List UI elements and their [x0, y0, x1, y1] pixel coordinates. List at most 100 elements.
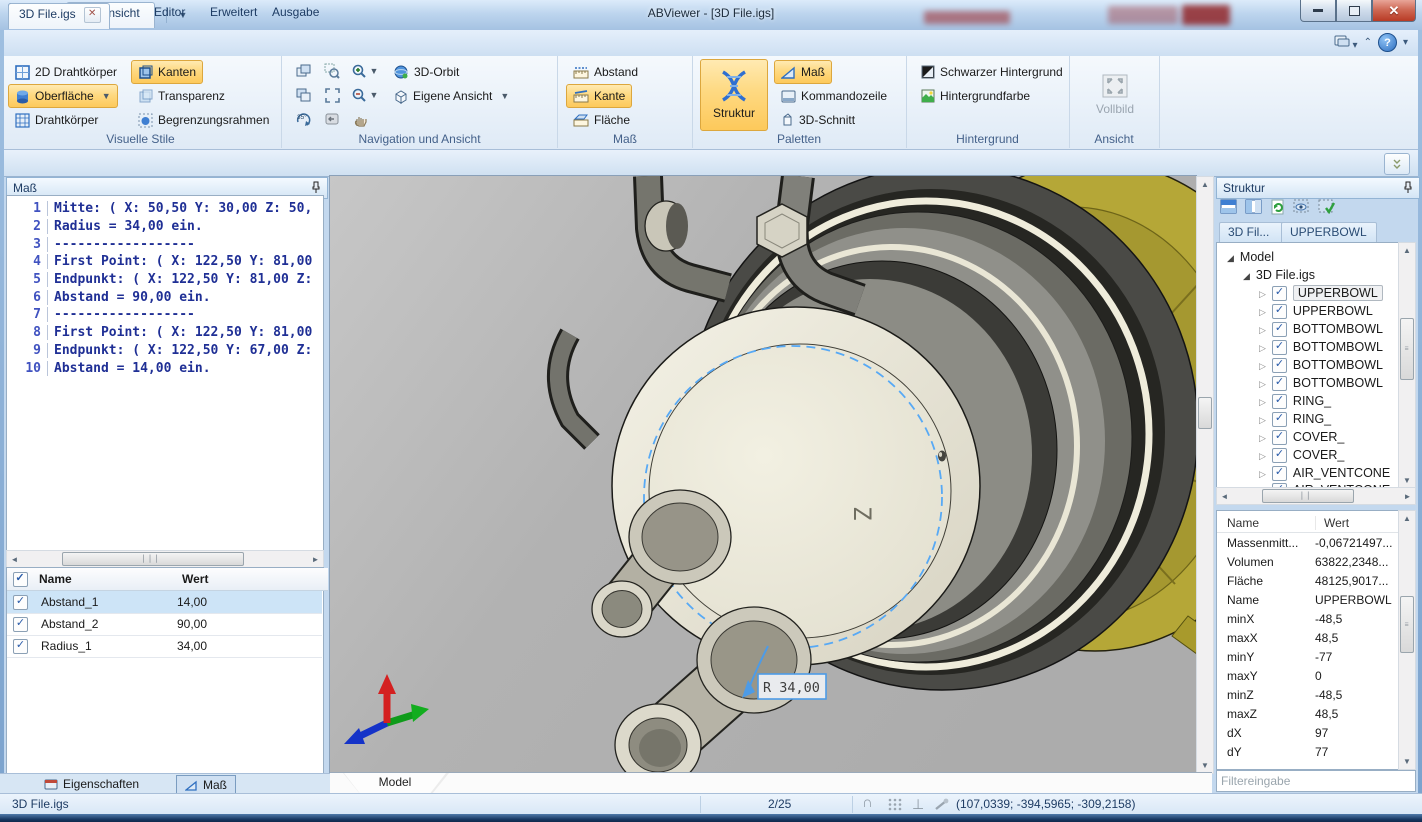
zoom-window-icon[interactable]: [320, 60, 344, 82]
scroll-left-icon[interactable]: ◄: [7, 551, 22, 567]
tab-eigenschaften[interactable]: Eigenschaften: [36, 775, 147, 793]
tree-node-part[interactable]: AIR_VENTCONE: [1259, 464, 1390, 482]
expander-closed-icon[interactable]: [1259, 430, 1266, 444]
help-button[interactable]: ?: [1378, 33, 1397, 52]
checkbox-checked-icon[interactable]: [13, 639, 28, 654]
column-header-wert[interactable]: Wert: [176, 568, 328, 591]
log-horizontal-scrollbar[interactable]: ◄ ▏▏▏ ►: [6, 550, 324, 568]
grid-toggle-icon[interactable]: [888, 798, 902, 814]
props-row[interactable]: Fläche48125,9017...: [1217, 571, 1399, 590]
scrollbar-thumb[interactable]: ≡: [1400, 318, 1414, 380]
viewport-vertical-scrollbar[interactable]: ▲ ▼: [1196, 176, 1214, 774]
ribbon-collapse-button[interactable]: ⌃: [1364, 37, 1372, 48]
scrollbar-thumb[interactable]: ▏▏: [1262, 489, 1354, 503]
scroll-down-icon[interactable]: ▼: [1197, 758, 1213, 773]
tree-node-part[interactable]: BOTTOMBOWL: [1259, 356, 1383, 374]
checkbox-checked-icon[interactable]: [1272, 304, 1287, 319]
checkbox-checked-icon[interactable]: [1272, 430, 1287, 445]
button-vollbild[interactable]: Vollbild: [1082, 59, 1148, 131]
scroll-right-icon[interactable]: ►: [1400, 488, 1415, 504]
button-kommandozeile[interactable]: Kommandozeile: [774, 84, 894, 108]
scroll-down-icon[interactable]: ▼: [1399, 754, 1415, 769]
expander-closed-icon[interactable]: [1259, 448, 1266, 462]
props-row[interactable]: minZ-48,5: [1217, 685, 1399, 704]
select-check-icon[interactable]: [1318, 199, 1336, 217]
close-document-icon[interactable]: ✕: [84, 7, 101, 23]
zoom-out-button[interactable]: ▼: [348, 84, 382, 106]
scroll-up-icon[interactable]: ▲: [1399, 243, 1415, 258]
expander-closed-icon[interactable]: [1259, 304, 1266, 318]
checkbox-checked-icon[interactable]: [13, 572, 28, 587]
scroll-left-icon[interactable]: ◄: [1217, 488, 1232, 504]
button-oberflaeche[interactable]: Oberfläche▼: [8, 84, 118, 108]
close-button[interactable]: ✕: [1372, 0, 1416, 22]
button-abstand[interactable]: Abstand: [566, 60, 645, 84]
window-rotate-icon[interactable]: [292, 60, 316, 82]
expander-open-icon[interactable]: [1227, 250, 1234, 264]
expander-closed-icon[interactable]: [1259, 412, 1266, 426]
scroll-down-icon[interactable]: ▼: [1399, 473, 1415, 488]
table-row[interactable]: Abstand_1 14,00: [7, 591, 322, 614]
checkbox-checked-icon[interactable]: [1272, 340, 1287, 355]
table-row[interactable]: Abstand_2 90,00: [7, 613, 322, 636]
3d-model-canvas[interactable]: Z: [330, 176, 1196, 772]
button-mass-palette[interactable]: Maß: [774, 60, 832, 84]
filter-input[interactable]: [1216, 770, 1416, 792]
osnap-toggle-icon[interactable]: [934, 798, 949, 814]
button-3d-orbit[interactable]: 3D-Orbit: [386, 60, 466, 84]
select-all-header[interactable]: [7, 568, 34, 591]
expander-closed-icon[interactable]: [1259, 376, 1266, 390]
props-row[interactable]: dX97: [1217, 723, 1399, 742]
tab-editor[interactable]: Editor: [140, 2, 199, 27]
button-kanten[interactable]: Kanten: [131, 60, 203, 84]
restore-button[interactable]: [1336, 0, 1372, 22]
props-row[interactable]: Massenmitt...-0,06721497...: [1217, 533, 1399, 552]
checkbox-checked-icon[interactable]: [1272, 376, 1287, 391]
document-tab[interactable]: 3D File.igs ✕: [8, 3, 110, 29]
checkbox-checked-icon[interactable]: [1272, 448, 1287, 463]
split-horizontal-icon[interactable]: [1220, 199, 1237, 217]
expander-closed-icon[interactable]: [1259, 358, 1266, 372]
expander-closed-icon[interactable]: [1259, 340, 1266, 354]
button-schwarzer-hintergrund[interactable]: Schwarzer Hintergrund: [914, 60, 1070, 84]
checkbox-checked-icon[interactable]: [1272, 466, 1287, 481]
props-row[interactable]: maxX48,5: [1217, 628, 1399, 647]
zoom-in-button[interactable]: ▼: [348, 60, 382, 82]
pin-icon[interactable]: [311, 181, 321, 196]
button-3d-schnitt[interactable]: 3D-Schnitt: [774, 108, 862, 132]
expander-open-icon[interactable]: [1243, 268, 1250, 282]
tree-node-part[interactable]: BOTTOMBOWL: [1259, 338, 1383, 356]
props-row[interactable]: dY77: [1217, 742, 1399, 761]
tree-horizontal-scrollbar[interactable]: ◄ ▏▏ ►: [1216, 487, 1416, 505]
snap-toggle-icon[interactable]: ∩: [862, 794, 873, 811]
pin-icon[interactable]: [1403, 181, 1413, 196]
expander-closed-icon[interactable]: [1259, 286, 1266, 300]
tree-node-part[interactable]: UPPERBOWL: [1259, 302, 1373, 320]
window-cascade-icon[interactable]: [292, 84, 316, 106]
props-row[interactable]: minY-77: [1217, 647, 1399, 666]
props-row[interactable]: maxY0: [1217, 666, 1399, 685]
help-dropdown[interactable]: ▾: [1403, 37, 1408, 48]
scrollbar-thumb[interactable]: [1198, 397, 1212, 429]
scrollbar-thumb[interactable]: ▏▏▏: [62, 552, 244, 566]
scroll-up-icon[interactable]: ▲: [1197, 177, 1213, 192]
scroll-right-icon[interactable]: ►: [308, 551, 323, 567]
props-row[interactable]: NameUPPERBOWL: [1217, 590, 1399, 609]
scroll-up-icon[interactable]: ▲: [1399, 511, 1415, 526]
table-row[interactable]: Radius_1 34,00: [7, 635, 322, 658]
tab-list-chevron-button[interactable]: [1384, 153, 1410, 175]
tree-node-file[interactable]: 3D File.igs: [1243, 266, 1315, 284]
expander-closed-icon[interactable]: [1259, 394, 1266, 408]
refresh-icon[interactable]: [1270, 199, 1285, 218]
props-row[interactable]: maxZ48,5: [1217, 704, 1399, 723]
button-kante[interactable]: Kante: [566, 84, 632, 108]
measurement-log[interactable]: 1Mitte: ( X: 50,50 Y: 30,00 Z: 50, 2Radi…: [6, 195, 324, 551]
expander-closed-icon[interactable]: [1259, 322, 1266, 336]
button-struktur-palette[interactable]: Struktur: [700, 59, 768, 131]
tree-node-part[interactable]: BOTTOMBOWL: [1259, 320, 1383, 338]
column-header-name[interactable]: Name: [33, 568, 183, 591]
tree-node-part[interactable]: RING_: [1259, 410, 1331, 428]
tree-node-model[interactable]: Model: [1227, 248, 1274, 266]
minimize-button[interactable]: [1300, 0, 1336, 22]
ortho-toggle-icon[interactable]: ⊥: [912, 796, 924, 813]
